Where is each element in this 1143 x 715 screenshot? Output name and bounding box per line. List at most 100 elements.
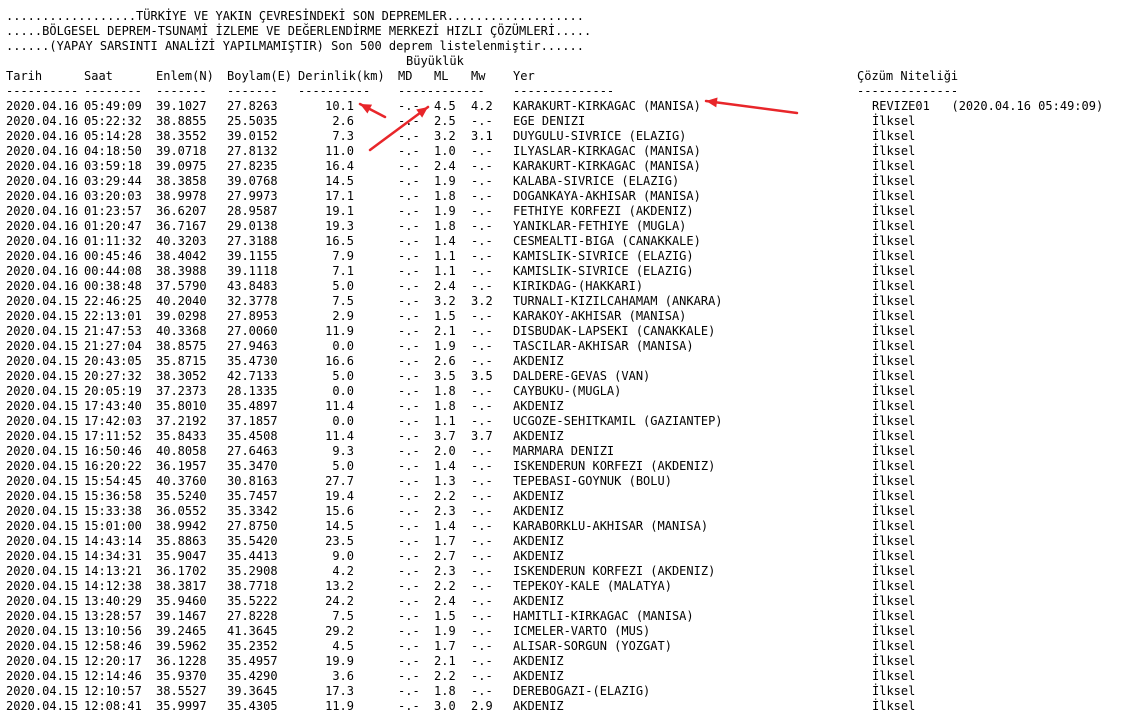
cell-latitude: 37.5790 [156, 279, 207, 293]
cell-date: 2020.04.16 [6, 129, 79, 143]
cell-solution: İlksel [872, 489, 916, 503]
cell-latitude: 35.8010 [156, 399, 207, 413]
cell-md: -.- [398, 549, 420, 563]
cell-longitude: 30.8163 [227, 474, 278, 488]
cell-location: AKDENIZ [513, 429, 564, 443]
cell-depth: 15.6 [325, 504, 354, 518]
column-header-latitude: Enlem(N) [156, 69, 214, 83]
cell-latitude: 38.5527 [156, 684, 207, 698]
cell-mw: -.- [471, 264, 493, 278]
cell-longitude: 39.3645 [227, 684, 278, 698]
cell-ml: 2.2 [434, 579, 456, 593]
cell-longitude: 29.0138 [227, 219, 278, 233]
cell-longitude: 28.1335 [227, 384, 278, 398]
cell-md: -.- [398, 429, 420, 443]
cell-solution: İlksel [872, 324, 916, 338]
cell-longitude: 43.8483 [227, 279, 278, 293]
cell-depth: 0.0 [332, 339, 354, 353]
cell-ml: 1.8 [434, 189, 456, 203]
cell-latitude: 35.8433 [156, 429, 207, 443]
cell-location: AKDENIZ [513, 399, 564, 413]
cell-longitude: 25.5035 [227, 114, 278, 128]
cell-mw: -.- [471, 399, 493, 413]
cell-longitude: 27.8750 [227, 519, 278, 533]
cell-location: TEPEKOY-KALE (MALATYA) [513, 579, 672, 593]
cell-date: 2020.04.15 [6, 489, 79, 503]
cell-location: DOGANKAYA-AKHISAR (MANISA) [513, 189, 701, 203]
cell-latitude: 38.9978 [156, 189, 207, 203]
cell-md: -.- [398, 129, 420, 143]
cell-mw: -.- [471, 594, 493, 608]
cell-longitude: 27.0060 [227, 324, 278, 338]
cell-solution: İlksel [872, 399, 916, 413]
cell-location: DISBUDAK-LAPSEKI (CANAKKALE) [513, 324, 716, 338]
cell-depth: 11.0 [325, 144, 354, 158]
cell-time: 22:13:01 [84, 309, 142, 323]
cell-depth: 17.3 [325, 684, 354, 698]
cell-mw: -.- [471, 339, 493, 353]
cell-ml: 2.1 [434, 324, 456, 338]
cell-time: 20:05:19 [84, 384, 142, 398]
cell-ml: 1.8 [434, 219, 456, 233]
cell-depth: 7.1 [332, 264, 354, 278]
cell-depth: 16.4 [325, 159, 354, 173]
separator-depth: ---------- [298, 84, 371, 98]
cell-md: -.- [398, 564, 420, 578]
cell-solution: İlksel [872, 474, 916, 488]
cell-mw: -.- [471, 459, 493, 473]
column-header-depth: Derinlik(km) [298, 69, 385, 83]
cell-location: KAMISLIK-SIVRICE (ELAZIG) [513, 264, 694, 278]
cell-depth: 7.5 [332, 609, 354, 623]
cell-location: ISKENDERUN KORFEZI (AKDENIZ) [513, 564, 716, 578]
cell-depth: 27.7 [325, 474, 354, 488]
cell-location: YANIKLAR-FETHIYE (MUGLA) [513, 219, 687, 233]
cell-latitude: 39.1467 [156, 609, 207, 623]
separator-date: ---------- [6, 84, 79, 98]
cell-location: DEREBOGAZI-(ELAZIG) [513, 684, 651, 698]
cell-solution: İlksel [872, 504, 916, 518]
cell-mw: -.- [471, 519, 493, 533]
cell-time: 05:22:32 [84, 114, 142, 128]
cell-solution: İlksel [872, 159, 916, 173]
cell-depth: 13.2 [325, 579, 354, 593]
cell-md: -.- [398, 519, 420, 533]
column-header-md: MD [398, 69, 413, 83]
cell-location: TEPEBASI-GOYNUK (BOLU) [513, 474, 672, 488]
cell-mw: -.- [471, 579, 493, 593]
cell-longitude: 35.2352 [227, 639, 278, 653]
cell-time: 00:38:48 [84, 279, 142, 293]
cell-longitude: 27.3188 [227, 234, 278, 248]
cell-location: KALABA-SIVRICE (ELAZIG) [513, 174, 680, 188]
page-title-line-3: ......(YAPAY SARSINTI ANALİZİ YAPILMAMIŞ… [6, 39, 584, 53]
cell-time: 00:45:46 [84, 249, 142, 263]
cell-latitude: 39.1027 [156, 99, 207, 113]
cell-location: AKDENIZ [513, 489, 564, 503]
cell-mw: -.- [471, 534, 493, 548]
cell-date: 2020.04.16 [6, 249, 79, 263]
cell-longitude: 39.0768 [227, 174, 278, 188]
cell-mw: 2.9 [471, 699, 493, 713]
cell-mw: -.- [471, 654, 493, 668]
cell-time: 01:20:47 [84, 219, 142, 233]
cell-date: 2020.04.15 [6, 399, 79, 413]
cell-time: 20:27:32 [84, 369, 142, 383]
magnitude-group-header-row: Büyüklük [6, 54, 464, 69]
cell-depth: 23.5 [325, 534, 354, 548]
cell-location: ILYASLAR-KIRKAGAC (MANISA) [513, 144, 701, 158]
cell-longitude: 27.8235 [227, 159, 278, 173]
cell-date: 2020.04.15 [6, 354, 79, 368]
cell-md: -.- [398, 279, 420, 293]
cell-latitude: 38.8855 [156, 114, 207, 128]
cell-time: 14:12:38 [84, 579, 142, 593]
cell-ml: 1.9 [434, 339, 456, 353]
cell-ml: 1.9 [434, 624, 456, 638]
cell-solution: İlksel [872, 339, 916, 353]
cell-date: 2020.04.16 [6, 264, 79, 278]
cell-location: TURNALI-KIZILCAHAMAM (ANKARA) [513, 294, 723, 308]
cell-mw: 3.2 [471, 294, 493, 308]
cell-time: 21:47:53 [84, 324, 142, 338]
cell-latitude: 40.8058 [156, 444, 207, 458]
cell-ml: 1.8 [434, 384, 456, 398]
cell-longitude: 27.8953 [227, 309, 278, 323]
cell-ml: 3.0 [434, 699, 456, 713]
